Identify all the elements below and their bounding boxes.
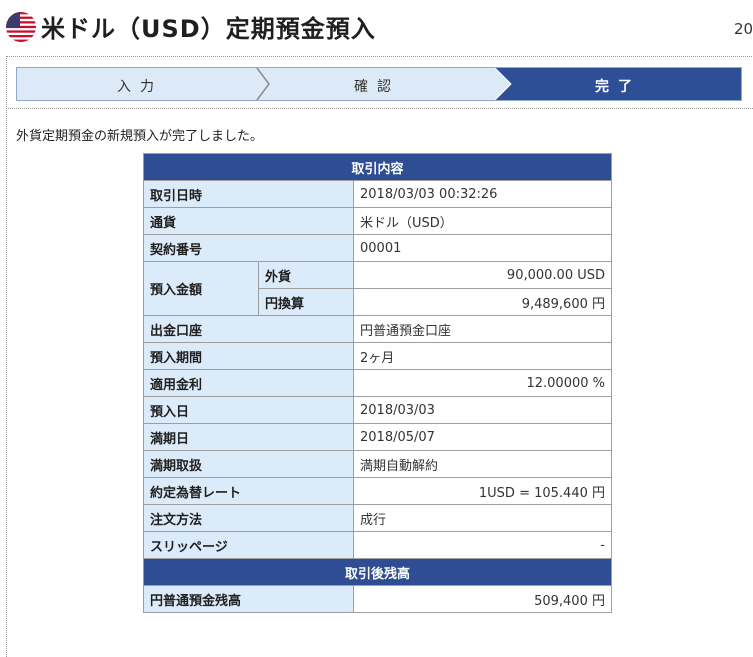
table-row: 契約番号 00001 [143, 234, 612, 262]
table-row: 適用金利 12.00000 % [143, 369, 612, 397]
table-row: 円普通預金残高 509,400 円 [143, 585, 612, 613]
label-foreign-amount: 外貨 [258, 261, 354, 289]
value-rate: 12.00000 % [353, 369, 612, 397]
label-slippage: スリッページ [143, 531, 354, 559]
table-row: 注文方法 成行 [143, 504, 612, 532]
header-right-text: 20 [734, 20, 753, 38]
completion-message: 外貨定期預金の新規預入が完了しました。 [16, 129, 264, 144]
step-confirm: 確認 [354, 79, 400, 95]
step-input: 入力 [117, 79, 163, 95]
value-period: 2ヶ月 [353, 342, 612, 370]
step-complete: 完了 [595, 79, 641, 95]
table-row: 取引日時 2018/03/03 00:32:26 [143, 180, 612, 208]
page-title: 米ドル（USD）定期預金預入 [41, 15, 376, 43]
table-row: 満期日 2018/05/07 [143, 423, 612, 451]
label-contract-no: 契約番号 [143, 234, 354, 262]
value-contract-no: 00001 [353, 234, 612, 262]
value-exchange-rate: 1USD = 105.440 円 [353, 477, 612, 505]
value-deposit-date: 2018/03/03 [353, 396, 612, 424]
label-rate: 適用金利 [143, 369, 354, 397]
us-flag-icon [6, 12, 36, 42]
value-foreign-amount: 90,000.00 USD [353, 261, 612, 289]
table-row: 預入期間 2ヶ月 [143, 342, 612, 370]
label-withdraw-account: 出金口座 [143, 315, 354, 343]
table-row: 約定為替レート 1USD = 105.440 円 [143, 477, 612, 505]
label-period: 預入期間 [143, 342, 354, 370]
value-slippage: - [353, 531, 612, 559]
table-row: 預入金額 外貨 90,000.00 USD [143, 261, 612, 316]
label-deposit-date: 預入日 [143, 396, 354, 424]
value-yen-balance: 509,400 円 [353, 585, 612, 613]
table-row: 出金口座 円普通預金口座 [143, 315, 612, 343]
divider [6, 108, 753, 109]
label-deposit-amount: 預入金額 [143, 261, 259, 316]
label-exchange-rate: 約定為替レート [143, 477, 354, 505]
label-maturity-date: 満期日 [143, 423, 354, 451]
table-row: スリッページ - [143, 531, 612, 559]
value-yen-amount: 9,489,600 円 [353, 288, 612, 316]
label-yen-balance: 円普通預金残高 [143, 585, 354, 613]
label-trade-datetime: 取引日時 [143, 180, 354, 208]
table-row: 満期取扱 満期自動解約 [143, 450, 612, 478]
page-header: 米ドル（USD）定期預金預入 20 [0, 0, 753, 56]
section-header-after-balance: 取引後残高 [143, 558, 612, 586]
value-currency: 米ドル（USD） [353, 207, 612, 235]
label-currency: 通貨 [143, 207, 354, 235]
value-order-method: 成行 [353, 504, 612, 532]
table-row: 取引後残高 [143, 558, 612, 586]
value-withdraw-account: 円普通預金口座 [353, 315, 612, 343]
progress-steps: 入力 確認 完了 [16, 67, 742, 101]
table-row: 預入日 2018/03/03 [143, 396, 612, 424]
label-maturity-handling: 満期取扱 [143, 450, 354, 478]
value-maturity-date: 2018/05/07 [353, 423, 612, 451]
table-row: 取引内容 [143, 153, 612, 181]
transaction-details-table: 取引内容 取引日時 2018/03/03 00:32:26 通貨 米ドル（USD… [143, 153, 612, 613]
label-order-method: 注文方法 [143, 504, 354, 532]
value-maturity-handling: 満期自動解約 [353, 450, 612, 478]
section-header-trade-details: 取引内容 [143, 153, 612, 181]
label-yen-amount: 円換算 [258, 288, 354, 316]
value-trade-datetime: 2018/03/03 00:32:26 [353, 180, 612, 208]
table-row: 通貨 米ドル（USD） [143, 207, 612, 235]
